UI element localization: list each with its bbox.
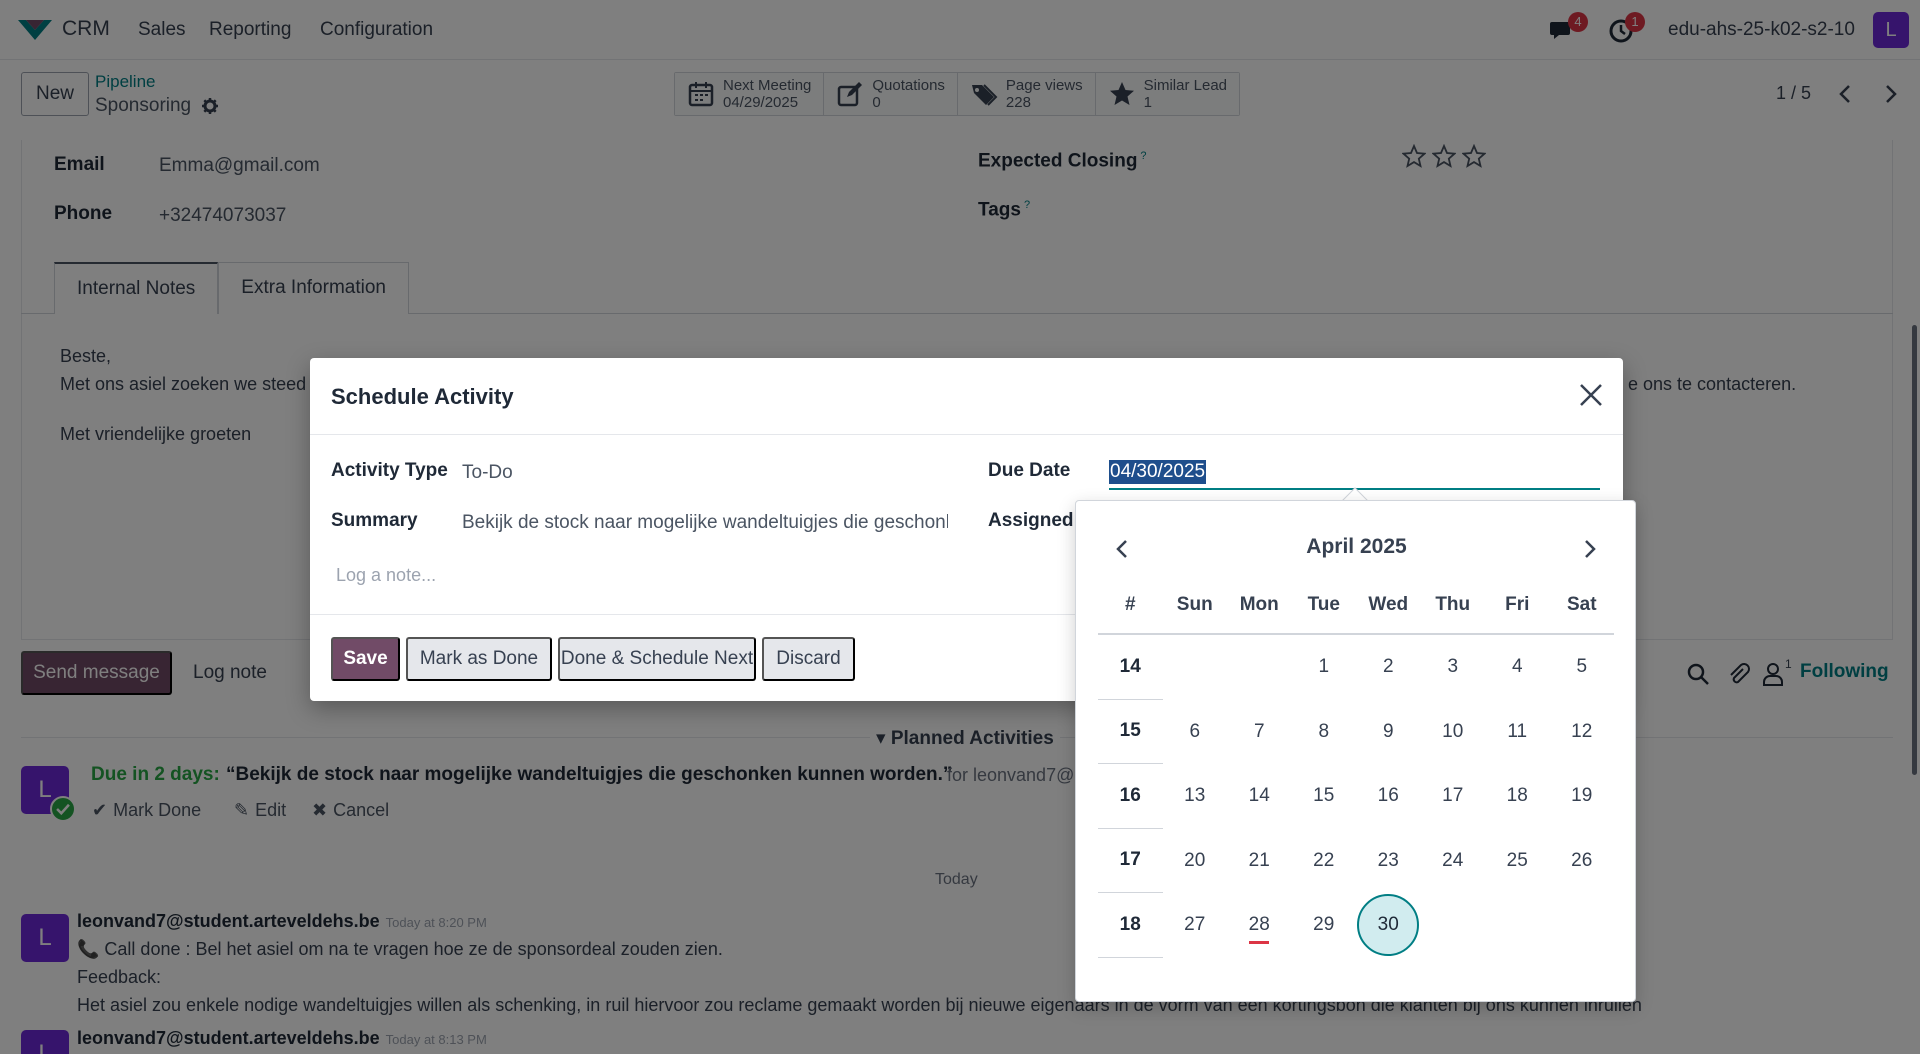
activity-type-label: Activity Type [331, 460, 448, 481]
day-cell[interactable]: 24 [1421, 829, 1486, 894]
day-cell[interactable]: 14 [1227, 764, 1292, 829]
day-cell[interactable]: 21 [1227, 829, 1292, 894]
empty-day-cell [1485, 893, 1550, 958]
day-cell-selected[interactable]: 30 [1356, 893, 1421, 958]
week-number: 16 [1098, 764, 1163, 829]
datepicker-week-row: 15 6 7 8 9 10 11 12 [1098, 700, 1615, 765]
day-cell[interactable]: 11 [1485, 700, 1550, 765]
day-cell[interactable]: 25 [1485, 829, 1550, 894]
week-number-header: # [1124, 594, 1136, 615]
day-cell[interactable]: 27 [1163, 893, 1228, 958]
day-cell[interactable]: 10 [1421, 700, 1486, 765]
day-cell[interactable]: 18 [1485, 764, 1550, 829]
datepicker-popover: April 2025 # Sun Mon Tue Wed Thu Fri Sat… [1075, 500, 1636, 1002]
empty-day-cell [1550, 893, 1615, 958]
log-note-input[interactable]: Log a note... [336, 565, 436, 586]
save-button[interactable]: Save [331, 637, 400, 681]
day-cell[interactable]: 9 [1356, 700, 1421, 765]
empty-day-cell [1421, 893, 1486, 958]
datepicker-header-row: # Sun Mon Tue Wed Thu Fri Sat [1098, 577, 1614, 635]
week-number: 18 [1098, 893, 1163, 958]
day-cell[interactable]: 26 [1550, 829, 1615, 894]
weekday-header: Sun [1176, 594, 1213, 615]
next-month-icon[interactable] [1577, 537, 1601, 561]
day-cell[interactable]: 5 [1550, 635, 1615, 700]
done-schedule-next-button[interactable]: Done & Schedule Next [558, 637, 756, 681]
day-cell[interactable]: 1 [1292, 635, 1357, 700]
datepicker-week-row: 16 13 14 15 16 17 18 19 [1098, 764, 1614, 829]
datepicker-week-row: 18 27 28 29 30 [1098, 893, 1614, 958]
week-number: 17 [1098, 829, 1163, 893]
day-cell-today[interactable]: 28 [1227, 893, 1292, 958]
empty-day-cell [1163, 635, 1228, 700]
due-date-label: Due Date [988, 460, 1071, 481]
day-cell[interactable]: 6 [1163, 700, 1228, 765]
summary-label: Summary [331, 510, 418, 531]
day-cell[interactable]: 12 [1550, 700, 1615, 765]
selected-day-label: 30 [1357, 894, 1420, 957]
dialog-header-divider [310, 434, 1623, 435]
close-icon[interactable] [1578, 382, 1604, 408]
summary-field[interactable]: Bekijk de stock naar mogelijke wandeltui… [462, 512, 948, 534]
weekday-header: Fri [1505, 594, 1530, 615]
day-cell[interactable]: 3 [1421, 635, 1486, 700]
day-cell[interactable]: 20 [1163, 829, 1228, 894]
empty-day-cell [1227, 635, 1292, 700]
weekday-header: Tue [1307, 594, 1340, 615]
discard-button[interactable]: Discard [762, 637, 855, 681]
day-cell[interactable]: 19 [1550, 764, 1615, 829]
datepicker-grid: # Sun Mon Tue Wed Thu Fri Sat 14 1 2 3 4 5 15 6… [1098, 577, 1614, 958]
day-cell[interactable]: 7 [1227, 700, 1292, 765]
day-cell[interactable]: 29 [1292, 893, 1357, 958]
mark-as-done-button[interactable]: Mark as Done [406, 637, 552, 681]
week-number: 15 [1098, 700, 1163, 764]
day-cell[interactable]: 8 [1292, 700, 1357, 765]
due-date-input[interactable]: 04/30/2025 [1109, 458, 1600, 490]
dialog-title: Schedule Activity [331, 384, 514, 409]
weekday-header: Mon [1239, 594, 1279, 615]
datepicker-week-row: 14 1 2 3 4 5 [1098, 635, 1614, 700]
day-cell[interactable]: 15 [1292, 764, 1357, 829]
activity-type-field[interactable]: To-Do [462, 462, 513, 484]
day-cell[interactable]: 2 [1356, 635, 1421, 700]
due-date-value: 04/30/2025 [1109, 460, 1207, 484]
day-cell[interactable]: 23 [1356, 829, 1421, 894]
day-cell[interactable]: 17 [1421, 764, 1486, 829]
assigned-to-label: Assigned t [988, 510, 1086, 531]
day-cell[interactable]: 4 [1485, 635, 1550, 700]
datepicker-week-row: 17 20 21 22 23 24 25 26 [1098, 829, 1615, 894]
datepicker-month[interactable]: April 2025 [1076, 535, 1637, 559]
weekday-header: Thu [1435, 594, 1471, 615]
week-number: 14 [1098, 635, 1163, 700]
day-cell[interactable]: 16 [1356, 764, 1421, 829]
day-cell[interactable]: 22 [1292, 829, 1357, 894]
weekday-header: Sat [1566, 594, 1597, 615]
weekday-header: Wed [1368, 594, 1409, 615]
day-cell[interactable]: 13 [1163, 764, 1228, 829]
